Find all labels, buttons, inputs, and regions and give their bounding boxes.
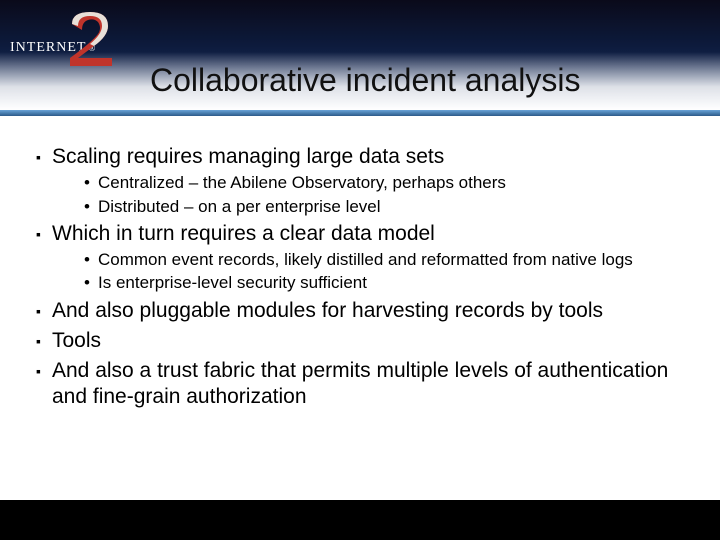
header-bar: INTERNET ® Collaborative incident analys…: [0, 0, 720, 116]
bullet-l2: •Distributed – on a per enterprise level: [36, 196, 696, 217]
footer-bar: [0, 500, 720, 540]
bullet-l1: ▪And also a trust fabric that permits mu…: [36, 358, 696, 411]
bullet-marker: ▪: [36, 358, 52, 411]
bullet-marker: ▪: [36, 221, 52, 247]
bullet-text: Centralized – the Abilene Observatory, p…: [98, 172, 696, 193]
logo-2-icon: [66, 10, 116, 68]
bullet-marker: •: [84, 172, 98, 193]
bullet-l1: ▪And also pluggable modules for harvesti…: [36, 298, 696, 324]
bullet-marker: ▪: [36, 328, 52, 354]
slide-body: ▪Scaling requires managing large data se…: [36, 140, 696, 411]
bullet-text: Scaling requires managing large data set…: [52, 144, 696, 170]
bullet-marker: •: [84, 272, 98, 293]
bullet-text: Tools: [52, 328, 696, 354]
bullet-l2: •Common event records, likely distilled …: [36, 249, 696, 270]
internet2-logo: INTERNET ®: [4, 10, 124, 62]
bullet-marker: ▪: [36, 144, 52, 170]
bullet-text: And also a trust fabric that permits mul…: [52, 358, 696, 411]
bullet-marker: •: [84, 196, 98, 217]
slide-title: Collaborative incident analysis: [150, 62, 580, 99]
bullet-text: Distributed – on a per enterprise level: [98, 196, 696, 217]
bullet-l2: •Centralized – the Abilene Observatory, …: [36, 172, 696, 193]
bullet-text: And also pluggable modules for harvestin…: [52, 298, 696, 324]
bullet-text: Which in turn requires a clear data mode…: [52, 221, 696, 247]
bullet-text: Common event records, likely distilled a…: [98, 249, 696, 270]
bullet-l1: ▪Which in turn requires a clear data mod…: [36, 221, 696, 247]
bullet-l1: ▪Tools: [36, 328, 696, 354]
bullet-marker: ▪: [36, 298, 52, 324]
bullet-marker: •: [84, 249, 98, 270]
bullet-text: Is enterprise-level security sufficient: [98, 272, 696, 293]
slide: INTERNET ® Collaborative incident analys…: [0, 0, 720, 540]
bullet-l2: •Is enterprise-level security sufficient: [36, 272, 696, 293]
bullet-l1: ▪Scaling requires managing large data se…: [36, 144, 696, 170]
